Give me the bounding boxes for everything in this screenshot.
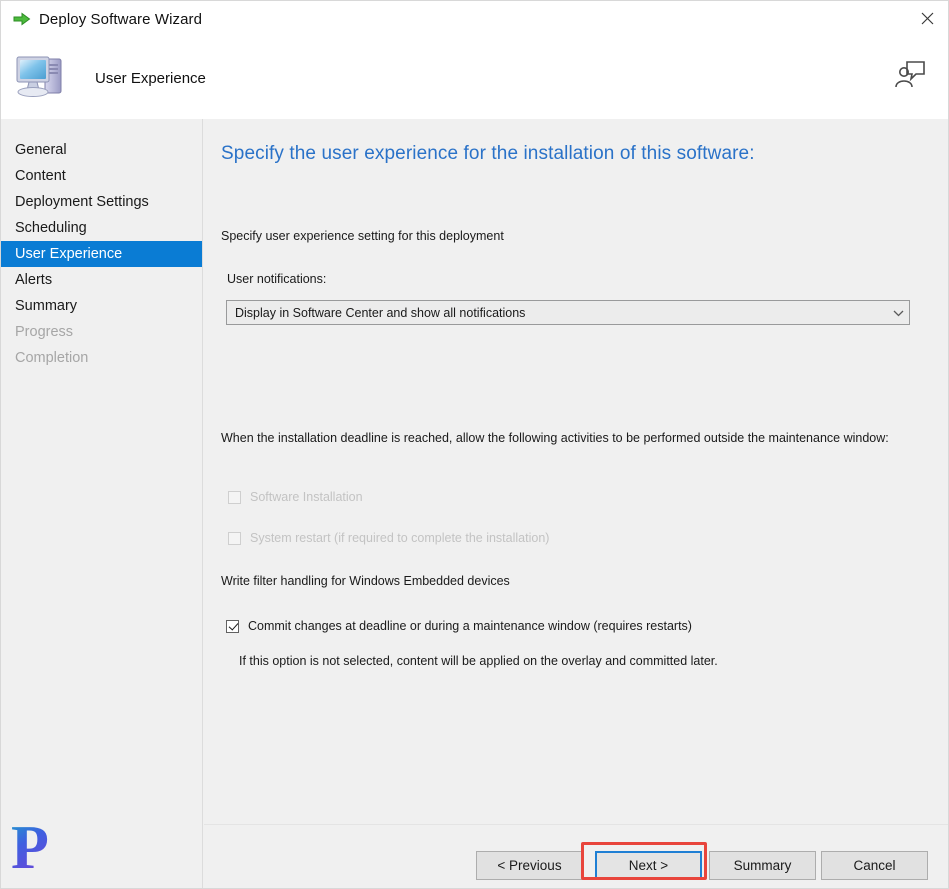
checkbox-label: Software Installation xyxy=(250,490,363,504)
header-title: User Experience xyxy=(95,69,206,87)
previous-button[interactable]: < Previous xyxy=(476,851,583,880)
computer-icon xyxy=(13,49,73,107)
sidebar-item-label: Deployment Settings xyxy=(15,194,149,210)
deadline-paragraph: When the installation deadline is reache… xyxy=(221,431,889,445)
sidebar-item-general[interactable]: General xyxy=(1,137,202,163)
write-filter-label: Write filter handling for Windows Embedd… xyxy=(221,574,510,588)
sidebar-item-label: Alerts xyxy=(15,272,53,288)
close-icon[interactable] xyxy=(904,1,948,35)
sidebar-item-label: Progress xyxy=(15,324,74,340)
user-notifications-label: User notifications: xyxy=(227,272,327,286)
title-bar: Deploy Software Wizard xyxy=(1,1,948,37)
sidebar-item-alerts[interactable]: Alerts xyxy=(1,267,202,293)
sidebar-item-label: Content xyxy=(15,168,66,184)
next-button[interactable]: Next > xyxy=(595,851,702,880)
wizard-header: User Experience xyxy=(1,37,948,119)
sidebar-item-content[interactable]: Content xyxy=(1,163,202,189)
sidebar-item-summary[interactable]: Summary xyxy=(1,293,202,319)
subtitle-text: Specify user experience setting for this… xyxy=(221,229,504,243)
sidebar-item-label: Summary xyxy=(15,298,78,314)
green-arrow-icon xyxy=(13,10,31,28)
wizard-footer: < Previous Next > Summary Cancel xyxy=(204,824,948,888)
window-title: Deploy Software Wizard xyxy=(39,10,203,28)
sidebar-item-completion: Completion xyxy=(1,345,202,371)
checkbox-commit-changes[interactable]: Commit changes at deadline or during a m… xyxy=(226,619,692,633)
wizard-body: General Content Deployment Settings Sche… xyxy=(1,119,948,888)
checkbox-system-restart: System restart (if required to complete … xyxy=(228,531,549,545)
checkbox-box[interactable] xyxy=(226,620,239,633)
commit-note: If this option is not selected, content … xyxy=(239,654,718,668)
checkbox-box xyxy=(228,491,241,504)
sidebar-item-deployment-settings[interactable]: Deployment Settings xyxy=(1,189,202,215)
wizard-steps-sidebar: General Content Deployment Settings Sche… xyxy=(1,119,203,888)
checkbox-label: System restart (if required to complete … xyxy=(250,531,550,545)
summary-button[interactable]: Summary xyxy=(709,851,816,880)
cancel-button[interactable]: Cancel xyxy=(821,851,928,880)
sidebar-item-label: User Experience xyxy=(15,246,123,262)
checkbox-box xyxy=(228,532,241,545)
sidebar-item-scheduling[interactable]: Scheduling xyxy=(1,215,202,241)
page-title: Specify the user experience for the inst… xyxy=(221,143,755,164)
sidebar-item-label: Scheduling xyxy=(15,220,87,236)
content-pane: Specify the user experience for the inst… xyxy=(204,119,948,824)
sidebar-item-progress: Progress xyxy=(1,319,202,345)
sidebar-item-label: Completion xyxy=(15,350,89,366)
checkbox-software-installation: Software Installation xyxy=(228,490,363,504)
sidebar-item-label: General xyxy=(15,142,67,158)
user-notifications-select[interactable]: Display in Software Center and show all … xyxy=(226,300,910,325)
deploy-software-wizard-window: Deploy Software Wizard User Experience G… xyxy=(0,0,949,889)
sidebar-item-user-experience[interactable]: User Experience xyxy=(1,241,202,267)
person-speech-bubble-icon[interactable] xyxy=(892,57,928,91)
user-notifications-value: Display in Software Center and show all … xyxy=(235,305,526,320)
chevron-down-icon[interactable] xyxy=(887,301,909,324)
checkbox-label: Commit changes at deadline or during a m… xyxy=(248,619,692,633)
